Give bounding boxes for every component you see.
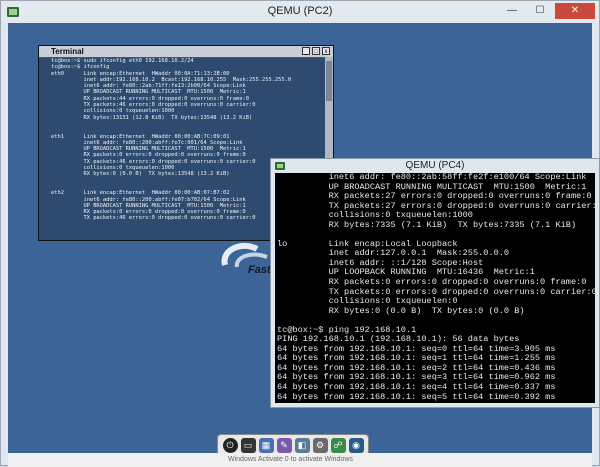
minimize-button[interactable]: — xyxy=(499,3,525,19)
editor-icon[interactable]: ✎ xyxy=(276,437,292,453)
host-bottom-strip: Windows Activate 0 to activate Windows xyxy=(8,453,592,467)
installer-icon[interactable]: ◉ xyxy=(348,437,364,453)
network-icon[interactable]: ☍ xyxy=(330,437,346,453)
close-button[interactable]: ✕ xyxy=(555,3,595,19)
terminal-maximize-button[interactable]: □ xyxy=(312,47,320,55)
terminal-titlebar[interactable]: Terminal _ □ x xyxy=(39,46,333,58)
control-panel-icon[interactable]: ◧ xyxy=(294,437,310,453)
qemu-pc4-titlebar[interactable]: QEMU (PC4) xyxy=(271,159,599,173)
apps-icon[interactable]: ▦ xyxy=(258,437,274,453)
qemu-pc4-window[interactable]: QEMU (PC4) inet6 addr: fe80::2ab:58ff:fe… xyxy=(270,158,600,408)
terminal-scroll-thumb[interactable] xyxy=(326,61,332,101)
settings-icon[interactable]: ⚙ xyxy=(312,437,328,453)
power-icon[interactable]: ⏻ xyxy=(222,437,238,453)
terminal-icon[interactable]: ▭ xyxy=(240,437,256,453)
terminal-close-button[interactable]: x xyxy=(322,47,330,55)
qemu-pc2-titlebar[interactable]: QEMU (PC2) — ☐ ✕ xyxy=(1,1,599,23)
terminal-output[interactable]: tc@box:~$ sudo ifconfig eth0 192.168.10.… xyxy=(51,58,291,222)
terminal-title: Terminal xyxy=(51,47,84,56)
qemu-pc4-title: QEMU (PC4) xyxy=(405,160,465,171)
maximize-button[interactable]: ☐ xyxy=(527,3,553,19)
pc4-console-screen[interactable]: inet6 addr: fe80::2ab:58ff:fe2f:e100/64 … xyxy=(275,173,595,403)
pc4-console-output: inet6 addr: fe80::2ab:58ff:fe2f:e100/64 … xyxy=(277,173,595,402)
terminal-minimize-button[interactable]: _ xyxy=(302,47,310,55)
